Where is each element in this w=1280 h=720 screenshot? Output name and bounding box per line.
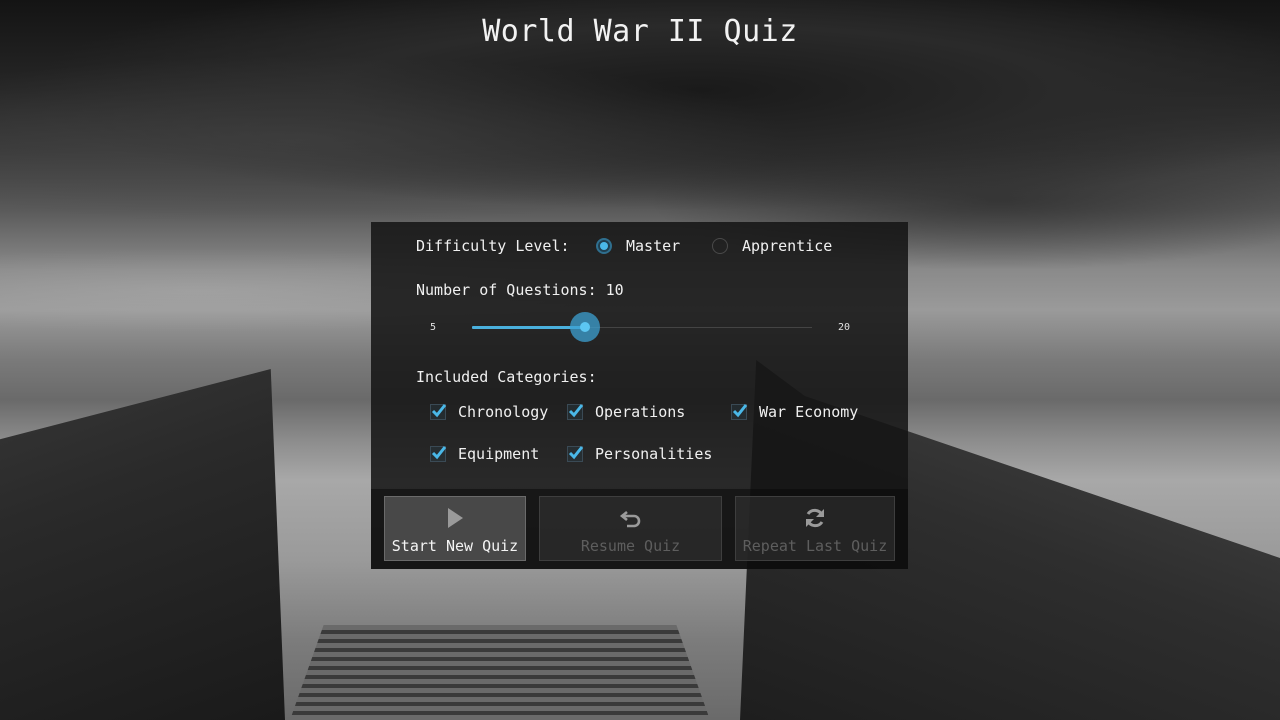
resume-quiz-label: Resume Quiz	[580, 537, 681, 555]
war-economy-checkbox[interactable]	[731, 404, 748, 420]
start-new-quiz-button[interactable]: Start New Quiz	[384, 496, 526, 561]
app-title: World War II Quiz	[482, 14, 798, 49]
action-buttons-bar: Start New Quiz Resume Quiz Repeat Last Q…	[371, 489, 908, 569]
play-icon	[448, 508, 463, 528]
personalities-checkbox[interactable]	[567, 446, 584, 462]
checkmark-icon	[732, 404, 748, 418]
questions-slider-thumb[interactable]	[570, 312, 601, 342]
difficulty-label: Difficulty Level:	[416, 237, 570, 255]
apprentice-label[interactable]: Apprentice	[742, 237, 832, 255]
war-economy-label[interactable]: War Economy	[759, 403, 858, 421]
master-radio[interactable]	[596, 238, 612, 254]
refresh-icon	[806, 508, 824, 528]
slider-max-label: 20	[838, 322, 851, 333]
personalities-label[interactable]: Personalities	[595, 445, 712, 463]
checkmark-icon	[431, 446, 447, 460]
questions-count-label: Number of Questions: 10	[416, 281, 624, 299]
equipment-label[interactable]: Equipment	[458, 445, 539, 463]
questions-slider-fill	[472, 326, 586, 329]
checkmark-icon	[568, 446, 584, 460]
quiz-settings-panel: Difficulty Level: Master Apprentice Numb…	[371, 222, 908, 569]
operations-checkbox[interactable]	[567, 404, 584, 420]
master-label[interactable]: Master	[626, 237, 680, 255]
resume-quiz-button[interactable]: Resume Quiz	[539, 496, 722, 561]
slider-min-label: 5	[430, 322, 437, 333]
chronology-label[interactable]: Chronology	[458, 403, 548, 421]
repeat-last-quiz-label: Repeat Last Quiz	[742, 537, 888, 555]
undo-arrow-icon	[619, 510, 640, 528]
categories-label: Included Categories:	[416, 368, 597, 386]
background-ramp	[290, 625, 710, 720]
equipment-checkbox[interactable]	[430, 446, 447, 462]
operations-label[interactable]: Operations	[595, 403, 685, 421]
repeat-last-quiz-button[interactable]: Repeat Last Quiz	[735, 496, 895, 561]
checkmark-icon	[431, 404, 447, 418]
apprentice-radio[interactable]	[712, 238, 728, 254]
background-boat-left	[0, 369, 285, 720]
checkmark-icon	[568, 404, 584, 418]
start-new-quiz-label: Start New Quiz	[391, 537, 519, 555]
chronology-checkbox[interactable]	[430, 404, 447, 420]
